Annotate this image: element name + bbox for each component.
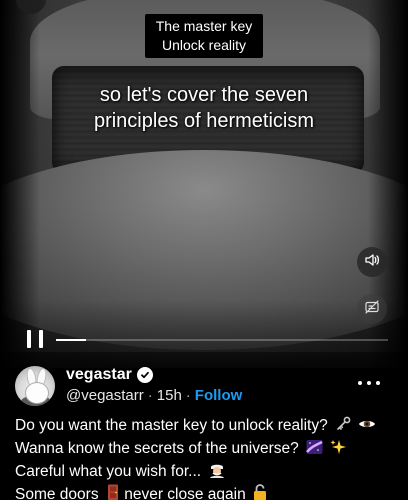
captions-button[interactable] — [357, 294, 387, 324]
video-title-caption: The master key Unlock reality — [145, 14, 263, 58]
tweet-line-2: Wanna know the secrets of the universe? — [15, 438, 400, 461]
tweet-card: vegastar @vegastarr · 15h · Follow Do yo… — [0, 352, 408, 500]
video-subtitle: so let's cover the seven principles of h… — [40, 82, 368, 134]
key-icon — [335, 416, 351, 438]
tweet-text: Do you want the master key to unlock rea… — [15, 415, 400, 500]
follow-button[interactable]: Follow — [195, 387, 243, 404]
screen: The master key Unlock reality so let's c… — [0, 0, 408, 500]
caption-line-1: The master key — [155, 18, 253, 34]
display-name[interactable]: vegastar — [66, 366, 132, 384]
genie-icon — [208, 462, 226, 484]
avatar[interactable] — [15, 366, 55, 406]
author-meta-row: @vegastarr · 15h · Follow — [66, 387, 242, 404]
timestamp[interactable]: 15h — [157, 387, 182, 404]
progress-fill — [56, 339, 86, 341]
pause-icon-bar-left — [27, 330, 31, 348]
handle[interactable]: @vegastarr — [66, 387, 144, 404]
unlocked-icon — [253, 484, 267, 500]
captions-off-icon — [364, 299, 380, 320]
pause-button[interactable] — [27, 330, 43, 350]
verified-badge-icon[interactable] — [136, 367, 153, 383]
progress-bar[interactable] — [56, 339, 388, 341]
pause-icon-bar-right — [39, 330, 43, 348]
speaker-icon — [364, 252, 380, 273]
tweet-line-1: Do you want the master key to unlock rea… — [15, 415, 400, 438]
door-icon — [106, 484, 120, 500]
eye-icon — [358, 416, 376, 438]
milky-way-icon — [306, 439, 323, 461]
separator-dot-2: · — [185, 387, 191, 404]
subtitle-line-2: principles of hermeticism — [93, 110, 315, 132]
more-options-icon[interactable] — [358, 378, 380, 388]
caption-line-2: Unlock reality — [161, 37, 247, 53]
volume-button[interactable] — [357, 247, 387, 277]
author-name-row: vegastar — [66, 366, 153, 384]
tweet-line-3: Careful what you wish for... — [15, 461, 400, 484]
video-edge-left — [0, 0, 40, 368]
sparkles-icon — [330, 439, 347, 461]
tweet-line-4: Some doors never close again — [15, 484, 400, 500]
video-player[interactable]: The master key Unlock reality so let's c… — [0, 0, 408, 368]
separator-dot: · — [147, 387, 153, 404]
subtitle-line-1: so let's cover the seven — [99, 84, 309, 106]
